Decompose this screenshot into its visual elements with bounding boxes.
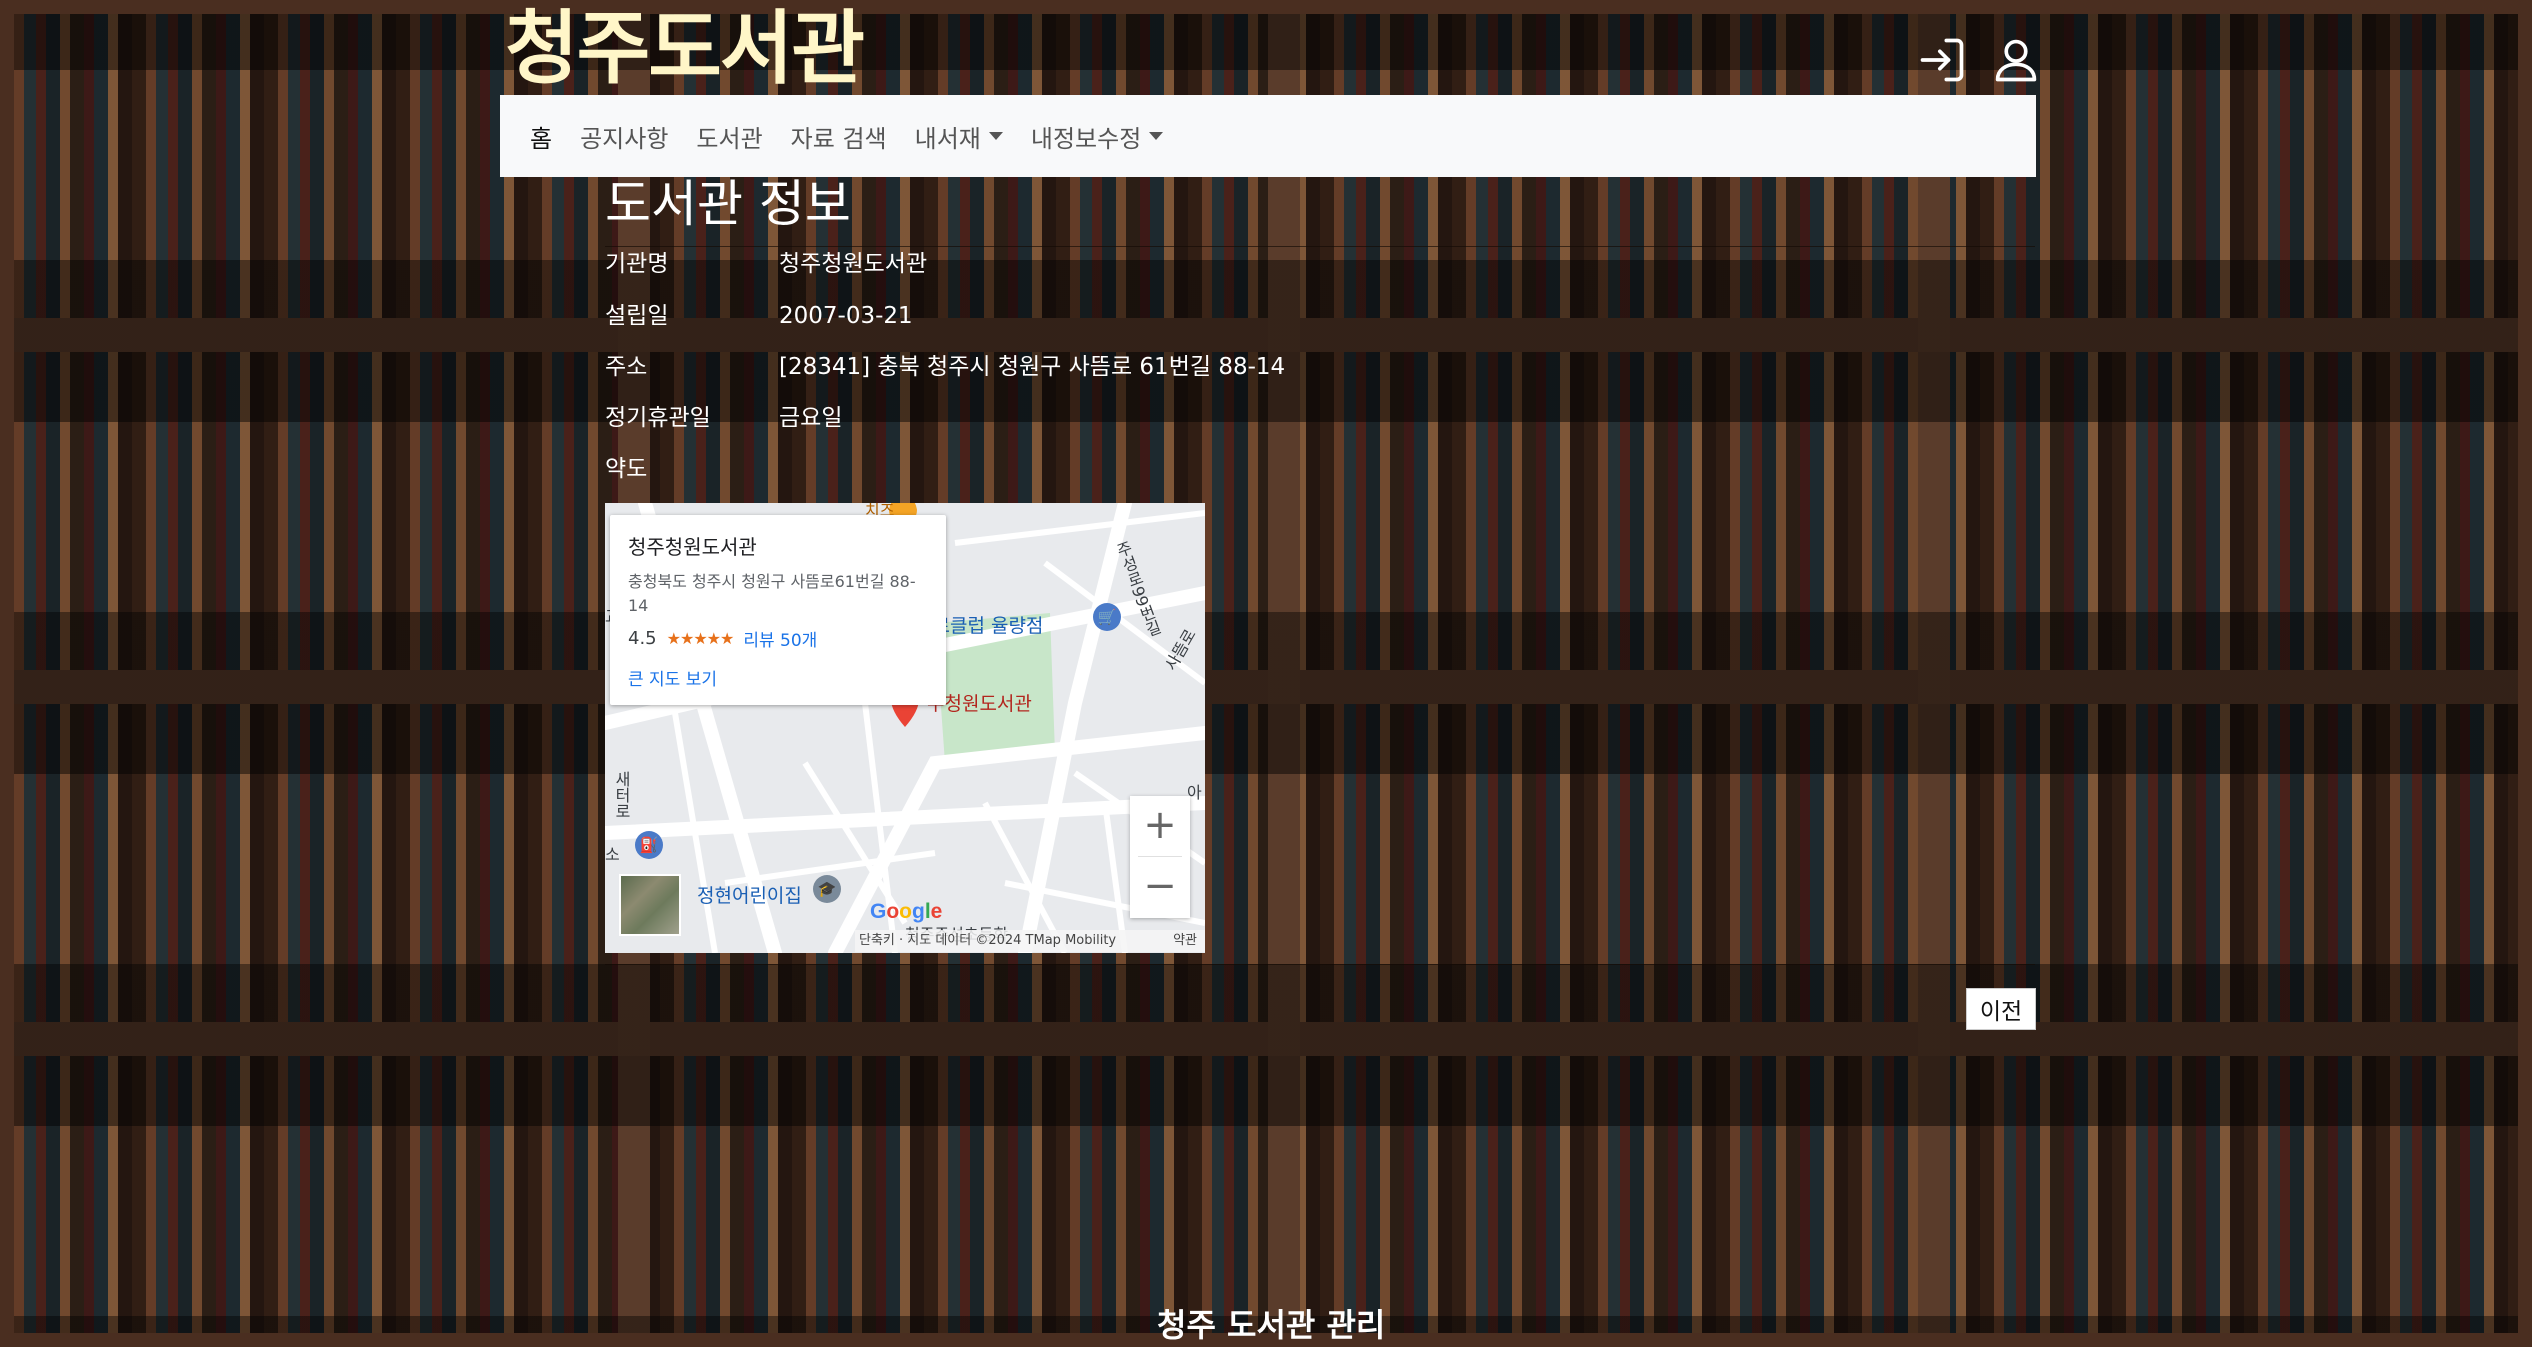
logo-letter: o xyxy=(899,900,912,923)
shopping-pin-icon[interactable]: 🛒 xyxy=(1093,603,1121,631)
nav-search[interactable]: 자료 검색 xyxy=(791,119,887,154)
zoom-in-button[interactable]: + xyxy=(1130,796,1190,856)
map-attribution-text: 단축키 · 지도 데이터 ©2024 TMap Mobility xyxy=(859,933,1117,948)
terms-link[interactable]: 약관 xyxy=(1173,930,1197,952)
place-name: 청주청원도서관 xyxy=(628,535,757,559)
info-value: 금요일 xyxy=(779,405,843,431)
map-label: 소 xyxy=(605,845,620,864)
map-road-label: 새터로 xyxy=(612,771,631,819)
school-pin-icon[interactable]: 🎓 xyxy=(813,875,841,903)
info-key: 약도 xyxy=(605,456,648,482)
satellite-view-toggle[interactable] xyxy=(619,874,681,936)
header-icons xyxy=(1916,34,2042,86)
divider xyxy=(605,964,2035,965)
nav-home[interactable]: 홈 xyxy=(530,119,552,154)
footer-text: 청주 도서관 관리 xyxy=(1157,1306,1386,1344)
info-row-name: 기관명 청주청원도서관 xyxy=(605,247,927,281)
previous-button[interactable]: 이전 xyxy=(1966,988,2036,1030)
star-rating-icon: ★★★★★ xyxy=(666,629,735,648)
rating-value: 4.5 xyxy=(628,628,657,649)
info-row-address: 주소 [28341] 충북 청주시 청원구 사뜸로 61번길 88-14 xyxy=(605,350,1285,384)
map-zoom-controls: + − xyxy=(1130,796,1190,918)
background-shade xyxy=(0,0,2532,1347)
caret-down-icon xyxy=(988,132,1003,140)
page-title: 도서관 정보 xyxy=(605,175,851,233)
reviews-link[interactable]: 리뷰 50개 xyxy=(743,626,817,651)
nav-label: 내정보수정 xyxy=(1030,124,1142,153)
info-key: 기관명 xyxy=(605,251,669,277)
nav-label: 홈 xyxy=(530,124,553,153)
info-key: 설립일 xyxy=(605,303,669,329)
info-value: [28341] 충북 청주시 청원구 사뜸로 61번길 88-14 xyxy=(779,354,1286,380)
logo-letter: g xyxy=(912,900,925,923)
info-value: 청주청원도서관 xyxy=(779,251,928,277)
login-icon[interactable] xyxy=(1916,34,1968,86)
info-key: 주소 xyxy=(605,354,648,380)
main-navbar: 홈 공지사항 도서관 자료 검색 내서재 내정보수정 xyxy=(500,95,2036,177)
nav-edit-profile-dropdown[interactable]: 내정보수정 xyxy=(1030,119,1164,154)
info-row-closed-day: 정기휴관일 금요일 xyxy=(605,401,842,435)
logo-letter: o xyxy=(886,900,900,923)
place-address: 충청북도 청주시 청원구 사뜸로61번길 88-14 xyxy=(628,572,916,615)
view-larger-map-link[interactable]: 큰 지도 보기 xyxy=(628,665,928,690)
map-attribution: 단축키 · 지도 데이터 ©2024 TMap Mobility 약관 xyxy=(855,930,1205,952)
logo-letter: G xyxy=(870,900,887,923)
nav-notice[interactable]: 공지사항 xyxy=(580,119,668,154)
info-row-founded: 설립일 2007-03-21 xyxy=(605,299,913,333)
caret-down-icon xyxy=(1149,132,1164,140)
nav-label: 공지사항 xyxy=(580,124,669,153)
info-row-map: 약도 xyxy=(605,452,779,486)
nav-label: 도서관 xyxy=(696,124,763,153)
zoom-out-button[interactable]: − xyxy=(1130,857,1190,917)
nav-my-library-dropdown[interactable]: 내서재 xyxy=(915,119,1003,154)
site-title[interactable]: 청주도서관 xyxy=(505,4,865,94)
user-icon[interactable] xyxy=(1990,34,2042,86)
info-value: 2007-03-21 xyxy=(779,303,913,329)
place-rating-row: 4.5 ★★★★★ 리뷰 50개 xyxy=(628,626,928,651)
nav-library[interactable]: 도서관 xyxy=(696,119,762,154)
gas-station-pin-icon[interactable]: ⛽ xyxy=(635,831,663,859)
nav-label: 자료 검색 xyxy=(790,124,887,153)
map-poi-label: 정현어린이집 xyxy=(697,885,802,907)
logo-letter: e xyxy=(930,900,943,923)
google-logo: Google xyxy=(870,900,942,924)
place-info-card: 청주청원도서관 충청북도 청주시 청원구 사뜸로61번길 88-14 4.5 ★… xyxy=(610,515,946,705)
nav-label: 내서재 xyxy=(914,124,981,153)
info-key: 정기휴관일 xyxy=(605,405,711,431)
